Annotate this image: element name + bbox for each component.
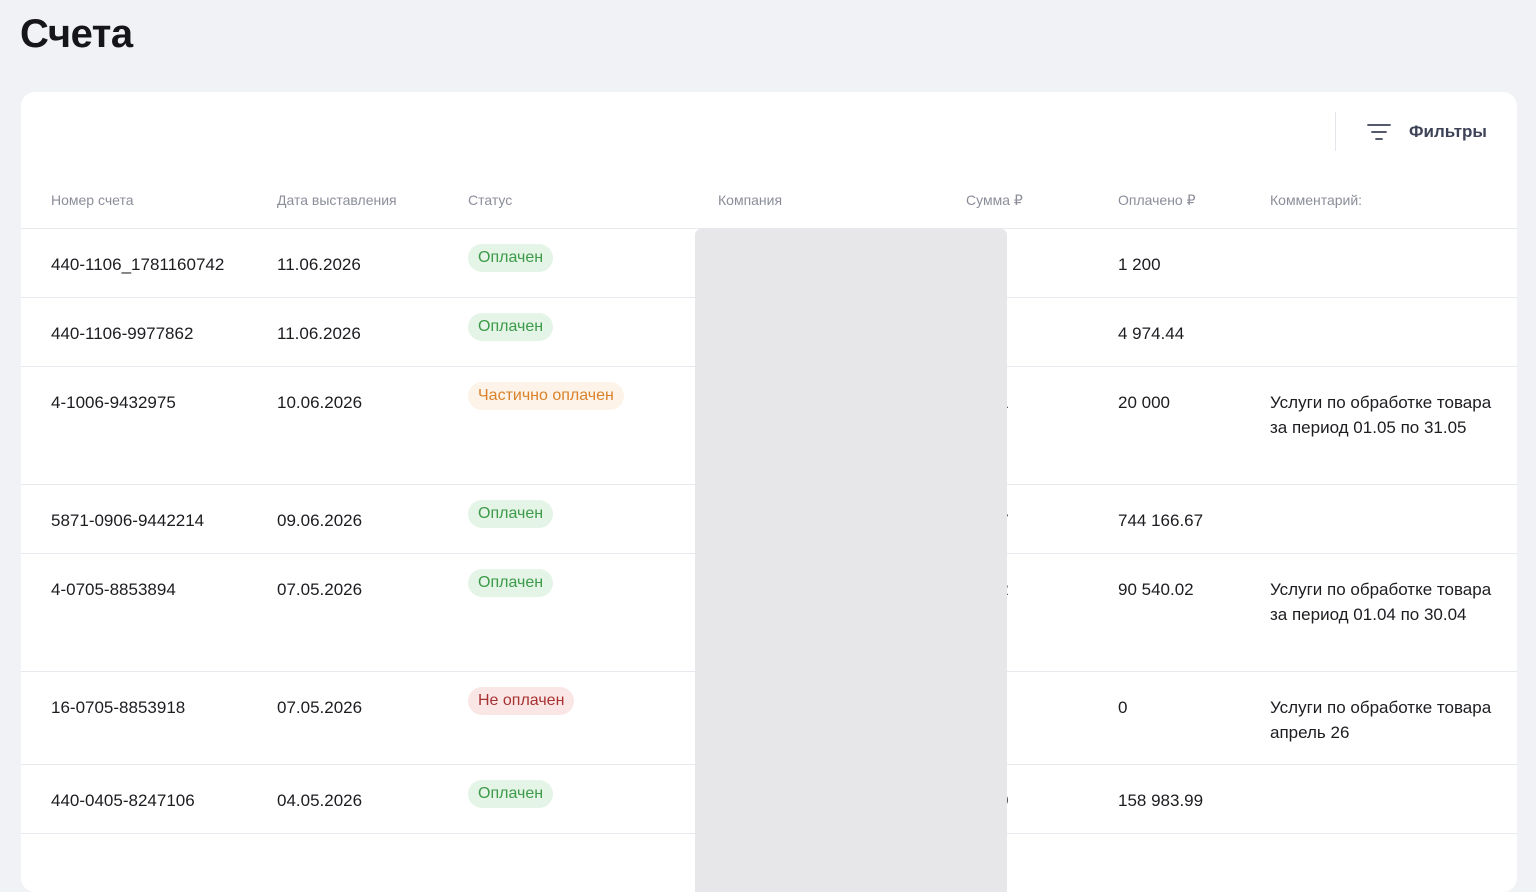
status-cell: Не оплачен bbox=[468, 687, 575, 715]
status-cell: Оплачен bbox=[468, 244, 554, 272]
invoice-paid: 744 166.67 bbox=[1118, 511, 1204, 530]
invoice-paid: 20 000 bbox=[1118, 393, 1170, 412]
invoice-date: 11.06.2026 bbox=[277, 255, 361, 274]
column-header-sum[interactable]: Сумма ₽ bbox=[966, 192, 1023, 209]
filters-label: Фильтры bbox=[1409, 122, 1487, 141]
status-badge: Частично оплачен bbox=[468, 382, 624, 410]
invoice-comment: Услуги по обработке товара апрель 26 bbox=[1270, 698, 1492, 742]
status-badge: Не оплачен bbox=[468, 687, 575, 715]
invoice-paid: 90 540.02 bbox=[1118, 580, 1194, 599]
column-header-status[interactable]: Статус bbox=[468, 192, 512, 208]
invoice-number[interactable]: 4-1006-9432975 bbox=[51, 391, 176, 416]
invoice-date: 11.06.2026 bbox=[277, 324, 361, 343]
invoice-paid: 0 bbox=[1118, 698, 1128, 717]
invoice-number[interactable]: 440-0405-8247106 bbox=[51, 789, 195, 814]
status-badge: Оплачен bbox=[468, 500, 554, 528]
invoices-card: Фильтры Номер счета Дата выставления Ста… bbox=[21, 92, 1517, 892]
invoice-number[interactable]: 5871-0906-9442214 bbox=[51, 509, 204, 534]
column-header-number[interactable]: Номер счета bbox=[51, 192, 133, 208]
page-title: Счета bbox=[20, 12, 133, 56]
status-badge: Оплачен bbox=[468, 780, 554, 808]
invoice-date: 07.05.2026 bbox=[277, 698, 363, 717]
invoice-date: 07.05.2026 bbox=[277, 580, 363, 599]
filters-button[interactable]: Фильтры bbox=[1367, 118, 1487, 146]
status-badge: Оплачен bbox=[468, 313, 554, 341]
invoice-number[interactable]: 16-0705-8853918 bbox=[51, 696, 185, 721]
status-cell: Оплачен bbox=[468, 780, 554, 808]
invoice-date: 04.05.2026 bbox=[277, 791, 363, 810]
status-cell: Оплачен bbox=[468, 569, 554, 597]
invoice-paid: 4 974.44 bbox=[1118, 324, 1185, 343]
column-header-paid[interactable]: Оплачено ₽ bbox=[1118, 192, 1196, 209]
status-cell: Оплачен bbox=[468, 313, 554, 341]
invoice-number[interactable]: 4-0705-8853894 bbox=[51, 578, 176, 603]
toolbar-divider bbox=[1335, 112, 1336, 151]
table-header: Номер счета Дата выставления Статус Комп… bbox=[21, 176, 1517, 229]
column-header-comment[interactable]: Комментарий: bbox=[1270, 192, 1362, 208]
status-badge: Оплачен bbox=[468, 569, 554, 597]
status-cell: Частично оплачен bbox=[468, 382, 624, 410]
invoice-paid: 158 983.99 bbox=[1118, 791, 1204, 810]
invoice-paid: 1 200 bbox=[1118, 255, 1161, 274]
column-header-date[interactable]: Дата выставления bbox=[277, 192, 397, 208]
invoice-number[interactable]: 440-1106-9977862 bbox=[51, 322, 193, 347]
invoice-date: 10.06.2026 bbox=[277, 393, 363, 412]
invoice-number[interactable]: 440-1106_1781160742 bbox=[51, 253, 224, 278]
filter-lines-icon bbox=[1367, 124, 1391, 140]
invoice-comment: Услуги по обработке товара за период 01.… bbox=[1270, 393, 1492, 437]
status-badge: Оплачен bbox=[468, 244, 554, 272]
redaction-overlay bbox=[695, 229, 1007, 892]
status-cell: Оплачен bbox=[468, 500, 554, 528]
column-header-company[interactable]: Компания bbox=[718, 192, 782, 208]
invoice-date: 09.06.2026 bbox=[277, 511, 363, 530]
invoice-comment: Услуги по обработке товара за период 01.… bbox=[1270, 580, 1492, 624]
